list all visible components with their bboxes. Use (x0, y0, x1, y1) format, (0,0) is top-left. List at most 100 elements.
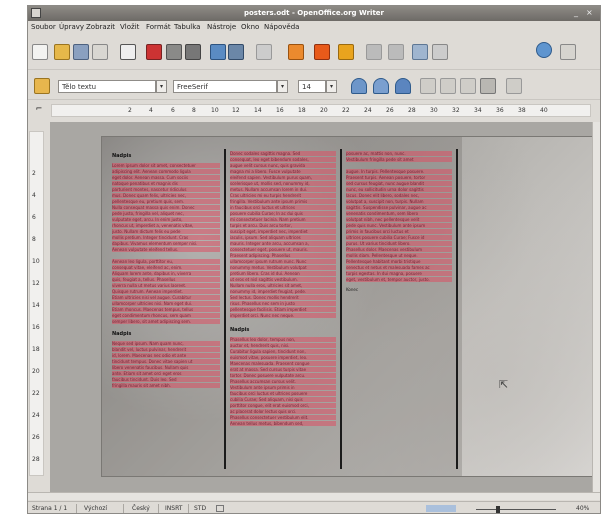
text-line: turpis egestas. In dui magna, posuere (346, 271, 452, 276)
menu-window[interactable]: Okno (241, 23, 259, 31)
view-layout-icon[interactable] (426, 505, 456, 512)
menu-file[interactable]: Soubor (31, 23, 56, 31)
horizontal-ruler[interactable]: 2 4 6 8 10 12 14 16 18 20 22 24 26 28 30… (51, 104, 591, 117)
clone-formatting-icon[interactable] (338, 44, 354, 60)
justify-icon[interactable] (480, 78, 496, 94)
text-line: mollis pretium. Integer tincidunt. Cras (112, 235, 220, 240)
zoom-level[interactable]: 40% (576, 505, 589, 512)
text-line: ullamcorper ultricies nisi. Nam eget dui… (112, 301, 220, 306)
print-icon[interactable] (166, 44, 182, 60)
menu-edit[interactable]: Úpravy (59, 23, 84, 31)
export-pdf-icon[interactable] (146, 44, 162, 60)
ruler-label: 18 (32, 346, 40, 353)
horizontal-scrollbar[interactable] (28, 492, 600, 500)
paragraph-style-combo[interactable]: Tělo textu (58, 80, 156, 93)
spellcheck-icon[interactable] (210, 44, 226, 60)
navigator-icon[interactable] (432, 44, 448, 60)
text-line: Donec sodales sagittis magna. Sed (230, 151, 336, 156)
text-line: eleifend sapien. Vestibulum purus quam, (230, 175, 336, 180)
print-preview-icon[interactable] (185, 44, 201, 60)
email-icon[interactable] (92, 44, 108, 60)
hyperlink-icon[interactable] (412, 44, 428, 60)
numbering-icon[interactable] (506, 78, 522, 94)
zoom-slider-thumb[interactable] (496, 506, 500, 513)
selection-mode-indicator[interactable]: STD (194, 505, 206, 512)
menu-view[interactable]: Zobrazit (86, 23, 115, 31)
ruler-label: 22 (32, 390, 40, 397)
text-line: augue. In turpis. Pellentesque posuere. (346, 169, 452, 174)
document-workspace[interactable]: Nadpis Lorem ipsum dolor sit amet, conse… (50, 122, 593, 492)
menu-table[interactable]: Tabulka (174, 23, 200, 31)
menu-format[interactable]: Formát (146, 23, 171, 31)
zoom-slider[interactable] (476, 509, 556, 510)
zoom-icon[interactable] (560, 44, 576, 60)
minimize-icon[interactable]: _ (574, 8, 578, 17)
text-column-2[interactable]: Donec sodales sagittis magna. Sed conseq… (230, 151, 336, 471)
ruler-label: 28 (32, 456, 40, 463)
writer-window: posters.odt - OpenOffice.org Writer _ × … (27, 5, 601, 514)
ruler-label: 10 (211, 107, 219, 114)
text-line: Phasellus accumsan cursus velit. (230, 379, 336, 384)
text-column-1[interactable]: Nadpis Lorem ipsum dolor sit amet, conse… (112, 151, 220, 471)
title-bar[interactable]: posters.odt - OpenOffice.org Writer _ × (28, 6, 600, 21)
italic-icon[interactable] (373, 78, 389, 94)
text-line: tortor. Donec posuere vulputate arcu. (230, 373, 336, 378)
text-line: auctor et, hendrerit quis, nisi. (230, 343, 336, 348)
undo-icon[interactable] (366, 44, 382, 60)
gallery-icon[interactable] (536, 42, 552, 58)
menu-insert[interactable]: Vložit (120, 23, 139, 31)
text-line: id, lorem. Maecenas nec odio et ante (112, 353, 220, 358)
align-right-icon[interactable] (460, 78, 476, 94)
text-line: imperdiet orci. Nunc nec neque. (230, 313, 336, 318)
text-line: Etiam rhoncus. Maecenas tempus, tellus (112, 307, 220, 312)
align-center-icon[interactable] (440, 78, 456, 94)
menu-tools[interactable]: Nástroje (207, 23, 236, 31)
autospellcheck-icon[interactable] (228, 44, 244, 60)
page-style[interactable]: Výchozí (84, 505, 107, 512)
text-line: semper libero, sit amet adipiscing sem. (112, 319, 220, 324)
tab-stop-selector[interactable]: ⌐ (28, 104, 50, 117)
text-line: pretium libero. Cras id dui. Aenean (230, 271, 336, 276)
vertical-ruler[interactable]: 2 4 6 8 10 12 14 16 18 20 22 24 26 28 (29, 131, 44, 476)
text-line: Aenean tellus metus, bibendum sed, (230, 421, 336, 426)
chevron-down-icon[interactable]: ▾ (277, 80, 288, 93)
new-document-icon[interactable] (32, 44, 48, 60)
cut-icon[interactable] (256, 44, 272, 60)
text-line: erat at massa. Sed cursus turpis vitae (230, 367, 336, 372)
edit-mode-icon[interactable] (120, 44, 136, 60)
text-line: Etiam ultricies nisi vel augue. Curabitu… (112, 295, 220, 300)
ruler-label: 28 (408, 107, 416, 114)
styles-icon[interactable] (34, 78, 50, 94)
text-line: senectus et netus et malesuada fames ac (346, 265, 452, 270)
font-name-combo[interactable]: FreeSerif (173, 80, 277, 93)
text-line: venenatis condimentum, sem libero (346, 211, 452, 216)
language-indicator[interactable]: Český (132, 505, 150, 512)
close-icon[interactable]: × (586, 8, 593, 17)
insert-mode-indicator[interactable]: INSRT (165, 505, 182, 512)
ruler-label: 40 (540, 107, 548, 114)
column-separator (224, 149, 226, 469)
text-line: Nullam nulla eros, ultricies sit amet, (230, 283, 336, 288)
underline-icon[interactable] (395, 78, 411, 94)
open-folder-icon[interactable] (54, 44, 70, 60)
text-line: nonummy metus. Vestibulum volutpat (230, 265, 336, 270)
vertical-scrollbar[interactable] (592, 122, 600, 492)
align-left-icon[interactable] (420, 78, 436, 94)
font-size-combo[interactable]: 14 (298, 80, 326, 93)
save-icon[interactable] (73, 44, 89, 60)
text-column-3[interactable]: posuere ac, mattis non, nunc. Vestibulum… (346, 151, 452, 471)
ruler-label: 24 (364, 107, 372, 114)
text-line: consequat vitae, eleifend ac, enim. (112, 265, 220, 270)
chevron-down-icon[interactable]: ▾ (326, 80, 337, 93)
menu-help[interactable]: Nápověda (264, 23, 299, 31)
window-title: posters.odt - OpenOffice.org Writer (243, 9, 384, 17)
bold-icon[interactable] (351, 78, 367, 94)
document-page[interactable]: Nadpis Lorem ipsum dolor sit amet, conse… (101, 136, 593, 477)
redo-icon[interactable] (388, 44, 404, 60)
text-line: eget dolor. Aenean massa. Cum sociis (112, 175, 220, 180)
chevron-down-icon[interactable]: ▾ (156, 80, 167, 93)
copy-icon[interactable] (288, 44, 304, 60)
text-line: nonummy id, imperdiet feugiat, pede. (230, 289, 336, 294)
paste-icon[interactable] (314, 44, 330, 60)
page-indicator[interactable]: Strana 1 / 1 (32, 505, 67, 512)
